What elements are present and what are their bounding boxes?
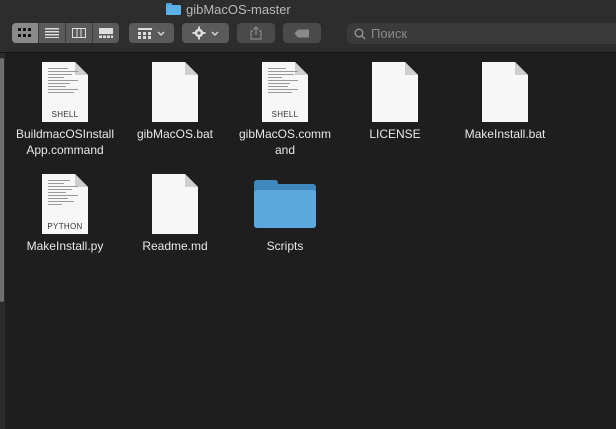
file-name-line1: BuildmacOSInstall bbox=[15, 127, 115, 141]
file-item-makeinstall-bat[interactable]: MakeInstall.bat bbox=[450, 62, 560, 142]
share-icon bbox=[250, 26, 262, 40]
file-type-tag: PYTHON bbox=[47, 222, 83, 231]
file-name-line2: and bbox=[274, 143, 296, 157]
file-name-line1: gibMacOS.comm bbox=[238, 127, 332, 141]
file-item-gibmacos-bat[interactable]: gibMacOS.bat bbox=[120, 62, 230, 142]
list-icon bbox=[45, 28, 59, 38]
view-mode-switcher bbox=[12, 23, 119, 43]
share-button[interactable] bbox=[237, 23, 275, 43]
gallery-icon bbox=[99, 28, 113, 38]
file-name-line2: App.command bbox=[26, 143, 104, 157]
folder-icon bbox=[166, 3, 181, 15]
action-menu-button[interactable] bbox=[182, 23, 229, 43]
folder-item-scripts[interactable]: Scripts bbox=[230, 174, 340, 254]
search-icon bbox=[354, 28, 366, 39]
list-view-button[interactable] bbox=[39, 23, 66, 43]
file-type-tag: SHELL bbox=[51, 110, 79, 119]
grid-icon bbox=[18, 28, 31, 37]
chevron-down-icon bbox=[211, 31, 219, 36]
group-by-button[interactable] bbox=[129, 23, 174, 43]
window-title: gibMacOS-master bbox=[166, 1, 291, 17]
file-name: BuildmacOSInstall App.command bbox=[10, 126, 120, 158]
file-name: gibMacOS.comm and bbox=[230, 126, 340, 158]
folder-icon bbox=[254, 180, 316, 228]
file-item-makeinstall-py[interactable]: PYTHON MakeInstall.py bbox=[10, 174, 120, 254]
blank-document-icon bbox=[482, 62, 528, 122]
column-view-button[interactable] bbox=[66, 23, 93, 43]
icon-view-button[interactable] bbox=[12, 23, 39, 43]
window-toolbar: gibMacOS-master bbox=[0, 0, 616, 53]
tag-icon bbox=[294, 29, 309, 37]
blank-document-icon bbox=[372, 62, 418, 122]
shell-script-icon: SHELL bbox=[262, 62, 308, 122]
chevron-down-icon bbox=[157, 31, 165, 36]
file-item-buildmacosinstallapp[interactable]: SHELL BuildmacOSInstall App.command bbox=[10, 62, 120, 158]
file-name: LICENSE bbox=[369, 127, 421, 141]
columns-icon bbox=[72, 28, 86, 38]
edit-tags-button[interactable] bbox=[283, 23, 321, 43]
file-item-gibmacos-command[interactable]: SHELL gibMacOS.comm and bbox=[230, 62, 340, 158]
blank-document-icon bbox=[152, 174, 198, 234]
folder-icon-wrap bbox=[230, 174, 340, 234]
shell-script-icon: SHELL bbox=[42, 62, 88, 122]
gallery-view-button[interactable] bbox=[93, 23, 119, 43]
file-type-tag: SHELL bbox=[271, 110, 299, 119]
blank-document-icon bbox=[152, 62, 198, 122]
window-title-text: gibMacOS-master bbox=[186, 1, 291, 17]
search-input[interactable] bbox=[371, 26, 571, 41]
file-name: MakeInstall.bat bbox=[464, 127, 546, 141]
file-item-license[interactable]: LICENSE bbox=[340, 62, 450, 142]
file-name: Readme.md bbox=[142, 239, 208, 253]
file-name: gibMacOS.bat bbox=[136, 127, 214, 141]
file-name: MakeInstall.py bbox=[26, 239, 104, 253]
group-grid-icon bbox=[138, 27, 152, 39]
search-field[interactable] bbox=[347, 23, 616, 44]
folder-name: Scripts bbox=[266, 239, 304, 253]
python-script-icon: PYTHON bbox=[42, 174, 88, 234]
file-item-readme-md[interactable]: Readme.md bbox=[120, 174, 230, 254]
gear-icon bbox=[192, 26, 206, 40]
scrollbar-thumb[interactable] bbox=[0, 58, 4, 302]
